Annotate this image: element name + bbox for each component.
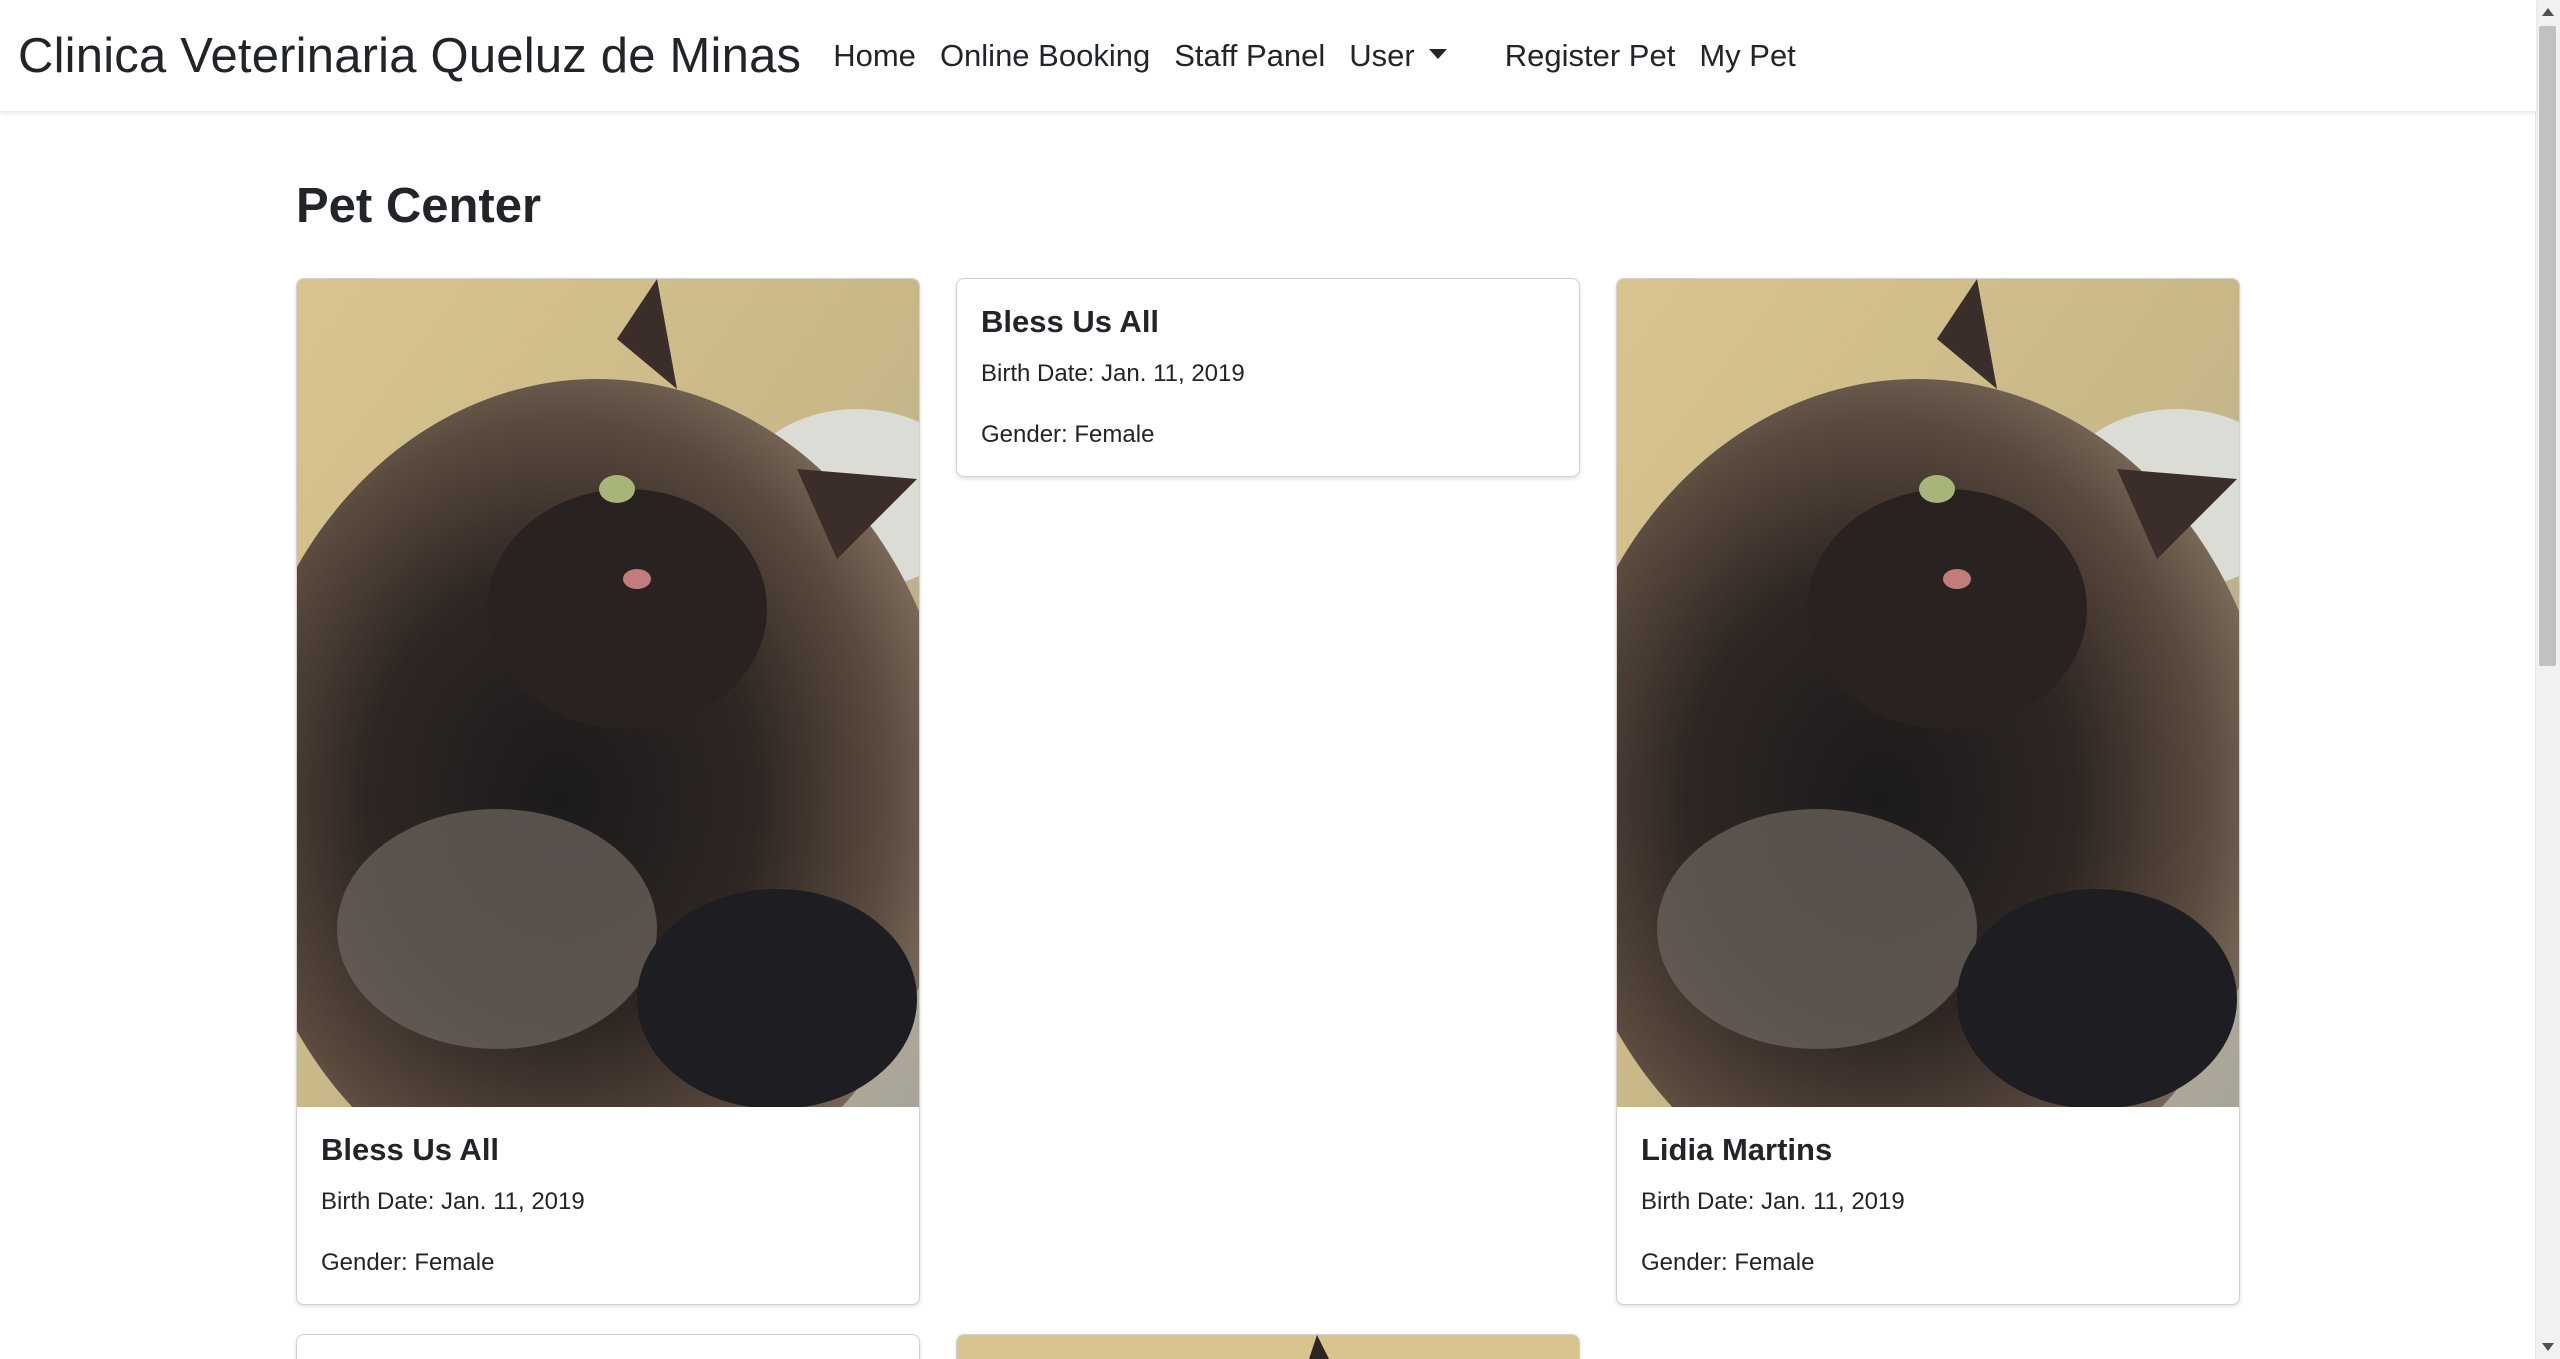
pet-photo: [1617, 279, 2239, 1107]
nav-user-dropdown[interactable]: User: [1337, 38, 1458, 74]
card-body: Bless Us All Birth Date: Jan. 11, 2019 G…: [957, 279, 1579, 476]
vertical-scrollbar[interactable]: [2535, 0, 2560, 1359]
scroll-down-icon[interactable]: [2542, 1343, 2554, 1351]
chevron-down-icon: [1428, 48, 1447, 59]
scrollbar-thumb[interactable]: [2539, 26, 2556, 666]
nav-register-pet[interactable]: Register Pet: [1493, 38, 1688, 74]
nav-user-label: User: [1349, 37, 1415, 73]
pet-card[interactable]: [956, 1334, 1580, 1359]
pet-birth-date: Birth Date: Jan. 11, 2019: [1641, 1188, 1905, 1216]
nav-staff-panel[interactable]: Staff Panel: [1162, 38, 1337, 74]
pet-name: Bless Us All: [321, 1132, 500, 1167]
pet-gender: Gender: Female: [321, 1248, 495, 1276]
pet-gender: Gender: Female: [981, 420, 1155, 448]
pet-birth-date: Birth Date: Jan. 11, 2019: [981, 360, 1245, 388]
viewport: Clinica Veterinaria Queluz de Minas Home…: [0, 0, 2560, 1359]
page-title: Pet Center: [296, 179, 542, 233]
pet-photo: [297, 279, 919, 1107]
pet-card[interactable]: [296, 1334, 920, 1359]
pet-card[interactable]: Bless Us All Birth Date: Jan. 11, 2019 G…: [956, 278, 1580, 478]
pet-gender: Gender: Female: [1641, 1248, 1815, 1276]
pet-name: Lidia Martins: [1641, 1132, 1833, 1167]
card-body: Bless Us All Birth Date: Jan. 11, 2019 G…: [297, 1107, 919, 1304]
navbar: Clinica Veterinaria Queluz de Minas Home…: [0, 0, 2536, 112]
nav-links: Home Online Booking Staff Panel User Reg…: [821, 38, 1808, 74]
scroll-up-icon[interactable]: [2542, 8, 2554, 16]
pet-birth-date: Birth Date: Jan. 11, 2019: [321, 1188, 585, 1216]
pet-photo: [957, 1335, 1579, 1359]
nav-home[interactable]: Home: [821, 38, 928, 74]
main-content: Pet Center Bless Us All Birth Date: Jan.…: [296, 179, 2240, 1359]
brand-link[interactable]: Clinica Veterinaria Queluz de Minas: [18, 28, 801, 84]
pet-card[interactable]: Bless Us All Birth Date: Jan. 11, 2019 G…: [296, 278, 920, 1306]
nav-my-pet[interactable]: My Pet: [1687, 38, 1807, 74]
card-body: Lidia Martins Birth Date: Jan. 11, 2019 …: [1617, 1107, 2239, 1304]
nav-online-booking[interactable]: Online Booking: [928, 38, 1162, 74]
pet-name: Bless Us All: [981, 304, 1160, 339]
pet-card[interactable]: Lidia Martins Birth Date: Jan. 11, 2019 …: [1616, 278, 2240, 1306]
